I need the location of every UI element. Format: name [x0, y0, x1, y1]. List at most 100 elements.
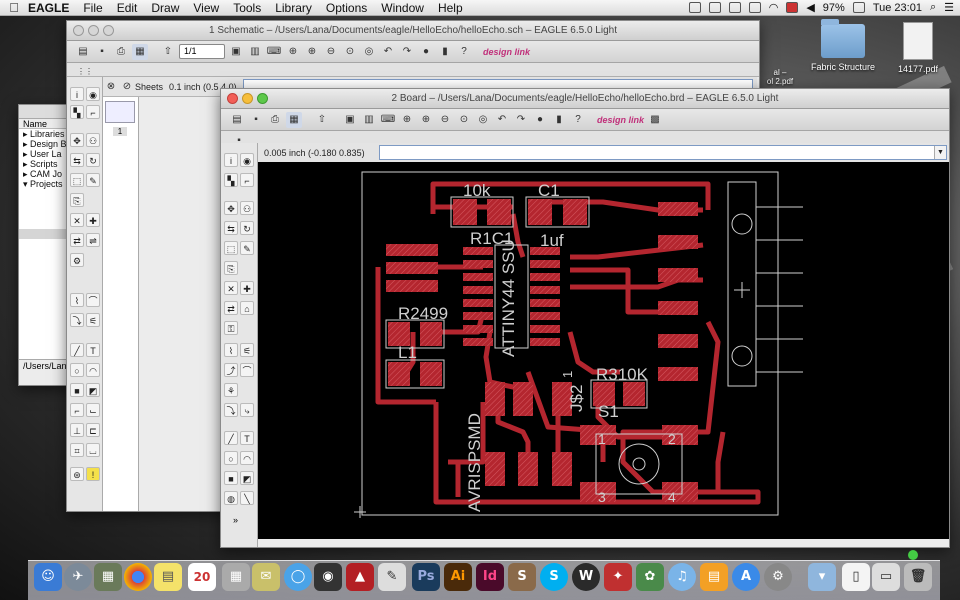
chevron-down-icon[interactable]: ▼ [934, 146, 946, 159]
wifi-icon[interactable]: ◠ [769, 1, 779, 14]
optimize-icon[interactable]: ⚟ [86, 313, 100, 327]
zoom-fit-icon[interactable]: ⊕ [399, 112, 415, 128]
acrobat-icon[interactable]: ▲ [346, 563, 374, 591]
zoom-out-icon[interactable]: ⊖ [437, 112, 453, 128]
close-button[interactable] [227, 93, 238, 104]
miter-icon[interactable]: ⌒ [240, 363, 254, 377]
zoom-button[interactable] [103, 25, 114, 36]
spotlight-icon[interactable]: ⌕ [930, 1, 936, 14]
sheet-thumbnail[interactable] [105, 101, 135, 123]
arc-icon[interactable]: ◠ [86, 363, 100, 377]
show-icon[interactable]: ◉ [240, 153, 254, 167]
menu-draw[interactable]: Draw [151, 1, 179, 15]
sheet-select[interactable]: 1/1 [179, 44, 225, 59]
downloads-folder-icon[interactable]: ▾ [808, 563, 836, 591]
move-icon[interactable]: ✥ [224, 201, 238, 215]
trash-icon[interactable]: 🗑 [904, 563, 932, 591]
ibooks-icon[interactable]: ▤ [700, 563, 728, 591]
photos-app-icon[interactable]: ✿ [636, 563, 664, 591]
polygon-icon[interactable]: ◩ [86, 383, 100, 397]
replace-icon[interactable]: ⇌ [86, 233, 100, 247]
rotate-icon[interactable]: ↻ [240, 221, 254, 235]
redo-icon[interactable]: ↷ [513, 112, 529, 128]
net-icon[interactable]: ⌙ [86, 403, 100, 417]
zoom-in-icon[interactable]: ⊕ [304, 44, 320, 60]
cam-icon[interactable]: ▦ [132, 43, 148, 60]
pcb-quote-icon[interactable]: ▩ [647, 112, 663, 128]
filezilla-icon[interactable]: ✦ [604, 563, 632, 591]
ulp-icon[interactable]: ⌨ [380, 112, 396, 128]
close-button[interactable] [73, 25, 84, 36]
rotate-icon[interactable]: ↻ [86, 153, 100, 167]
stickies-icon[interactable]: ▤ [154, 563, 182, 591]
minimize-button[interactable] [88, 25, 99, 36]
zoom-button[interactable] [257, 93, 268, 104]
change-icon[interactable]: ✎ [240, 241, 254, 255]
zoom-fit-icon[interactable]: ⊕ [285, 44, 301, 60]
undo-icon[interactable]: ↶ [494, 112, 510, 128]
junction-icon[interactable]: ⊥ [70, 423, 84, 437]
preview-icon[interactable]: ✉ [252, 563, 280, 591]
help-icon[interactable]: ? [456, 44, 472, 60]
skype-icon[interactable]: S [540, 563, 568, 591]
desktop-file-14177[interactable]: 14177.pdf [888, 22, 948, 74]
redo-icon[interactable]: ↷ [399, 44, 415, 60]
route-icon[interactable]: ⤴ [224, 363, 238, 377]
sheets-close-icon[interactable]: ⊗ [103, 79, 119, 95]
zoom-redraw-icon[interactable]: ⊙ [456, 112, 472, 128]
undo-icon[interactable]: ↶ [380, 44, 396, 60]
calendar-icon[interactable]: 20 [188, 563, 216, 591]
save-icon[interactable]: ▪ [94, 44, 110, 60]
info-icon[interactable]: i [70, 87, 84, 101]
mark-icon[interactable]: ⌐ [86, 105, 100, 119]
messages-icon[interactable]: ◯ [284, 563, 312, 591]
itunes-icon[interactable]: ♫ [668, 563, 696, 591]
app-store-icon[interactable]: A [732, 563, 760, 591]
display-icon[interactable]: ▚ [70, 105, 84, 119]
board-canvas[interactable]: 10k C1 R1C1 1uf R2499 L1 R310K S1 ATTINY… [258, 162, 949, 539]
screenshot-stack-icon[interactable]: ▭ [872, 563, 900, 591]
more-tools-icon[interactable]: » [233, 515, 238, 525]
menu-window[interactable]: Window [381, 1, 424, 15]
zoom-in-icon[interactable]: ⊕ [418, 112, 434, 128]
schematic-switch-icon[interactable]: ▣ [342, 112, 358, 128]
polygon-icon[interactable]: ◩ [240, 471, 254, 485]
sublime-icon[interactable]: S [508, 563, 536, 591]
battery-label[interactable]: 97% [823, 2, 845, 14]
ulp-icon[interactable]: ⌨ [266, 44, 282, 60]
calculator-icon[interactable]: ▦ [222, 563, 250, 591]
dimension-icon[interactable]: ⌴ [86, 443, 100, 457]
photo-app-icon[interactable]: ▦ [94, 563, 122, 591]
mirror-icon[interactable]: ⇆ [70, 153, 84, 167]
gateswap-icon[interactable]: ⚙ [70, 253, 84, 267]
adobe-icon[interactable] [708, 2, 721, 13]
wire-icon[interactable]: ╱ [70, 343, 84, 357]
split-icon[interactable]: ⌇ [224, 343, 238, 357]
circle-icon[interactable]: ○ [70, 363, 84, 377]
display-icon[interactable]: ▚ [224, 173, 238, 187]
mirror-icon[interactable]: ⇆ [224, 221, 238, 235]
show-icon[interactable]: ◉ [86, 87, 100, 101]
split-icon[interactable]: ⌇ [70, 293, 84, 307]
zoom-redraw-icon[interactable]: ⊙ [342, 44, 358, 60]
menu-help[interactable]: Help [438, 1, 463, 15]
lock-icon[interactable]: ⌂ [240, 301, 254, 315]
dropbox-icon[interactable] [688, 2, 701, 13]
pinswap-icon[interactable]: ⇄ [70, 233, 84, 247]
text-icon[interactable]: T [86, 343, 100, 357]
ratsnest-icon[interactable]: ⤷ [240, 403, 254, 417]
go-icon[interactable]: ▮ [437, 44, 453, 60]
desktop-folder-fabric-structure[interactable]: Fabric Structure [808, 19, 878, 72]
board-switch-icon[interactable]: ▣ [228, 44, 244, 60]
copy-icon[interactable]: ⚇ [240, 201, 254, 215]
add-icon[interactable]: ✚ [86, 213, 100, 227]
text-icon[interactable]: T [240, 431, 254, 445]
rect-icon[interactable]: ■ [224, 471, 238, 485]
indesign-icon[interactable]: Id [476, 563, 504, 591]
app-menu[interactable]: EAGLE [28, 1, 69, 15]
design-link-logo[interactable]: design link [483, 47, 530, 57]
go-icon[interactable]: ▮ [551, 112, 567, 128]
paste-icon[interactable]: ⎘ [70, 193, 84, 207]
help-icon[interactable]: ? [570, 112, 586, 128]
print-icon[interactable]: ⎙ [113, 44, 129, 60]
